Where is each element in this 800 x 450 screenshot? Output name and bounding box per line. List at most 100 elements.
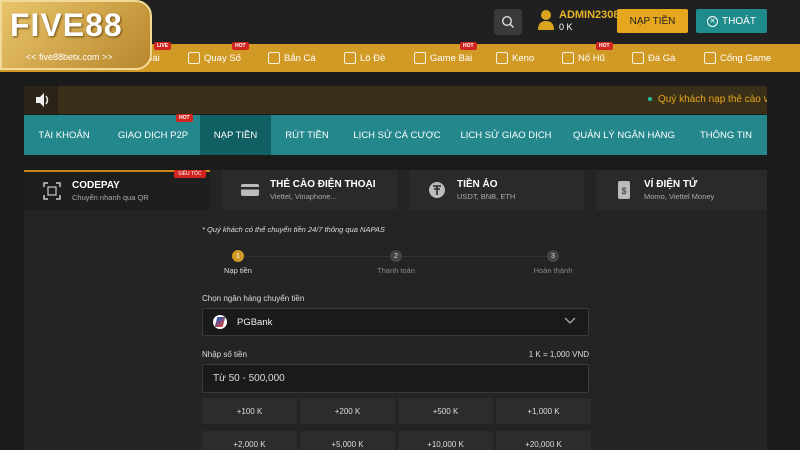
tab-account[interactable]: TÀI KHOẢN xyxy=(24,115,104,155)
logo-domain: << five88betx.com >> xyxy=(26,52,113,62)
method-ewallet[interactable]: $ VÍ ĐIỆN TỬ Momo, Viettel Money xyxy=(596,170,767,210)
lotto-icon xyxy=(344,52,356,64)
account-tabs: TÀI KHOẢN GIAO DỊCH P2P HOT NẠP TIỀN RÚT … xyxy=(24,114,767,155)
game-item-cong-game[interactable]: Cổng Game xyxy=(704,44,771,72)
method-phone-card[interactable]: THẺ CÀO ĐIỆN THOẠI Viettel, Vinaphone... xyxy=(222,170,397,210)
tab-label: GIAO DỊCH P2P xyxy=(117,129,189,141)
search-icon xyxy=(501,15,514,28)
logout-button[interactable]: ✕ THOÁT xyxy=(696,9,767,33)
method-crypto[interactable]: TIỀN ẢO USDT, BNB, ETH xyxy=(409,170,584,210)
bank-selected-value: PGBank xyxy=(237,316,273,328)
wallet-icon: $ xyxy=(614,180,634,200)
tether-icon xyxy=(427,180,447,200)
method-subtitle: Chuyển nhanh qua QR xyxy=(72,193,149,202)
rooster-icon xyxy=(632,52,644,64)
lottery-icon xyxy=(188,52,200,64)
pgbank-logo-icon xyxy=(213,315,227,329)
tab-deposit[interactable]: NẠP TIỀN xyxy=(200,115,271,155)
gamepad-icon xyxy=(704,52,716,64)
bank-select-label: Chọn ngân hàng chuyển tiền xyxy=(202,294,305,303)
method-title: TIỀN ẢO xyxy=(457,179,498,190)
quick-amount-button[interactable]: +20,000 K xyxy=(496,431,591,450)
step-label: Hoàn thành xyxy=(533,266,573,275)
method-subtitle: USDT, BNB, ETH xyxy=(457,192,516,201)
method-title: THẺ CÀO ĐIỆN THOẠI xyxy=(270,179,376,190)
game-label: Game Bài xyxy=(430,52,473,64)
method-codepay[interactable]: CODEPAY Chuyển nhanh qua QR SIÊU TỐC xyxy=(24,170,210,210)
game-label: Quay Số xyxy=(204,52,241,64)
step-label: Nạp tiền xyxy=(224,266,252,275)
site-logo[interactable]: FIVE88 << five88betx.com >> xyxy=(0,0,152,70)
game-label: Cổng Game xyxy=(720,52,772,64)
game-item-ban-ca[interactable]: Bắn Cá xyxy=(268,44,316,72)
game-label: Keno xyxy=(512,52,535,64)
game-item-no-hu[interactable]: Nổ Hũ HOT xyxy=(562,42,613,72)
payment-methods: CODEPAY Chuyển nhanh qua QR SIÊU TỐC THẺ … xyxy=(24,170,767,210)
notice-text: Quý khách nạp thẻ cào vui lò xyxy=(648,94,767,105)
step-1: 1 Nạp tiền xyxy=(198,250,278,275)
game-item-da-ga[interactable]: Đá Gà xyxy=(632,44,675,72)
tab-transaction-history[interactable]: LỊCH SỬ GIAO DỊCH xyxy=(456,115,556,155)
tab-info[interactable]: THÔNG TIN xyxy=(694,115,758,155)
game-label: Nổ Hũ xyxy=(578,52,605,64)
quick-amount-button[interactable]: +500 K xyxy=(398,398,493,424)
search-button[interactable] xyxy=(494,9,522,35)
username: ADMIN2308 xyxy=(559,9,620,21)
exchange-rate: 1 K = 1,000 VND xyxy=(528,350,589,359)
fish-icon xyxy=(268,52,280,64)
keno-icon xyxy=(496,52,508,64)
live-badge: LIVE xyxy=(154,42,172,50)
method-subtitle: Viettel, Vinaphone... xyxy=(270,192,337,201)
user-avatar-icon xyxy=(537,9,555,31)
step-2: 2 Thanh toán xyxy=(356,250,436,275)
method-subtitle: Momo, Viettel Money xyxy=(644,192,715,201)
quick-amount-button[interactable]: +200 K xyxy=(300,398,395,424)
step-label: Thanh toán xyxy=(377,266,415,275)
page: ADMIN2308 0 K NẠP TIỀN ✕ THOÁT FIVE88 <<… xyxy=(0,0,800,450)
game-label: Lô Đề xyxy=(360,52,386,64)
chevron-down-icon xyxy=(564,317,576,328)
logout-label: THOÁT xyxy=(722,15,756,27)
step-number: 1 xyxy=(232,250,244,262)
game-label: Bắn Cá xyxy=(284,52,316,64)
game-label: Đá Gà xyxy=(648,52,676,64)
cards-icon xyxy=(414,52,426,64)
amount-input[interactable]: Từ 50 - 500,000 xyxy=(202,364,589,393)
game-item-quay-so[interactable]: Quay Số HOT xyxy=(188,42,249,72)
notice-bar: Quý khách nạp thẻ cào vui lò xyxy=(24,86,767,114)
deposit-steps: 1 Nạp tiền 2 Thanh toán 3 Hoàn thành xyxy=(202,250,590,280)
method-title: CODEPAY xyxy=(72,180,120,191)
notice-dot-icon xyxy=(648,97,652,101)
step-number: 2 xyxy=(390,250,402,262)
game-item-keno[interactable]: Keno xyxy=(496,44,534,72)
close-circle-icon: ✕ xyxy=(707,15,719,27)
step-number: 3 xyxy=(547,250,559,262)
user-balance: 0 K xyxy=(559,22,573,32)
tab-bet-history[interactable]: LỊCH SỬ CÁ CƯỢC xyxy=(350,115,444,155)
deposit-button[interactable]: NẠP TIỀN xyxy=(617,9,688,33)
quick-amount-button[interactable]: +2,000 K xyxy=(202,431,297,450)
quick-amount-button[interactable]: +1,000 K xyxy=(496,398,591,424)
logo-text: FIVE88 xyxy=(10,7,123,43)
hot-badge: HOT xyxy=(176,114,193,122)
hot-badge: HOT xyxy=(460,42,477,50)
tab-p2p[interactable]: GIAO DỊCH P2P HOT xyxy=(106,114,200,155)
slot-icon xyxy=(562,52,574,64)
hot-badge: HOT xyxy=(232,42,249,50)
quick-amount-button[interactable]: +5,000 K xyxy=(300,431,395,450)
amount-label: Nhập số tiền xyxy=(202,350,247,359)
quick-amount-button[interactable]: +10,000 K xyxy=(398,431,493,450)
game-item-lo-de[interactable]: Lô Đề xyxy=(344,44,385,72)
notice-message: Quý khách nạp thẻ cào vui lò xyxy=(658,94,767,105)
card-icon xyxy=(240,180,260,200)
bank-select[interactable]: PGBank xyxy=(202,308,589,336)
quick-amount-button[interactable]: +100 K xyxy=(202,398,297,424)
speaker-icon xyxy=(34,92,54,108)
speed-badge: SIÊU TỐC xyxy=(174,170,206,178)
hot-badge: HOT xyxy=(596,42,613,50)
tab-bank-management[interactable]: QUẢN LÝ NGÂN HÀNG xyxy=(571,115,677,155)
step-3: 3 Hoàn thành xyxy=(513,250,593,275)
notice-marquee: Quý khách nạp thẻ cào vui lò xyxy=(58,86,767,114)
game-item-game-bai[interactable]: Game Bài HOT xyxy=(414,42,477,72)
tab-withdraw[interactable]: RÚT TIỀN xyxy=(271,115,343,155)
